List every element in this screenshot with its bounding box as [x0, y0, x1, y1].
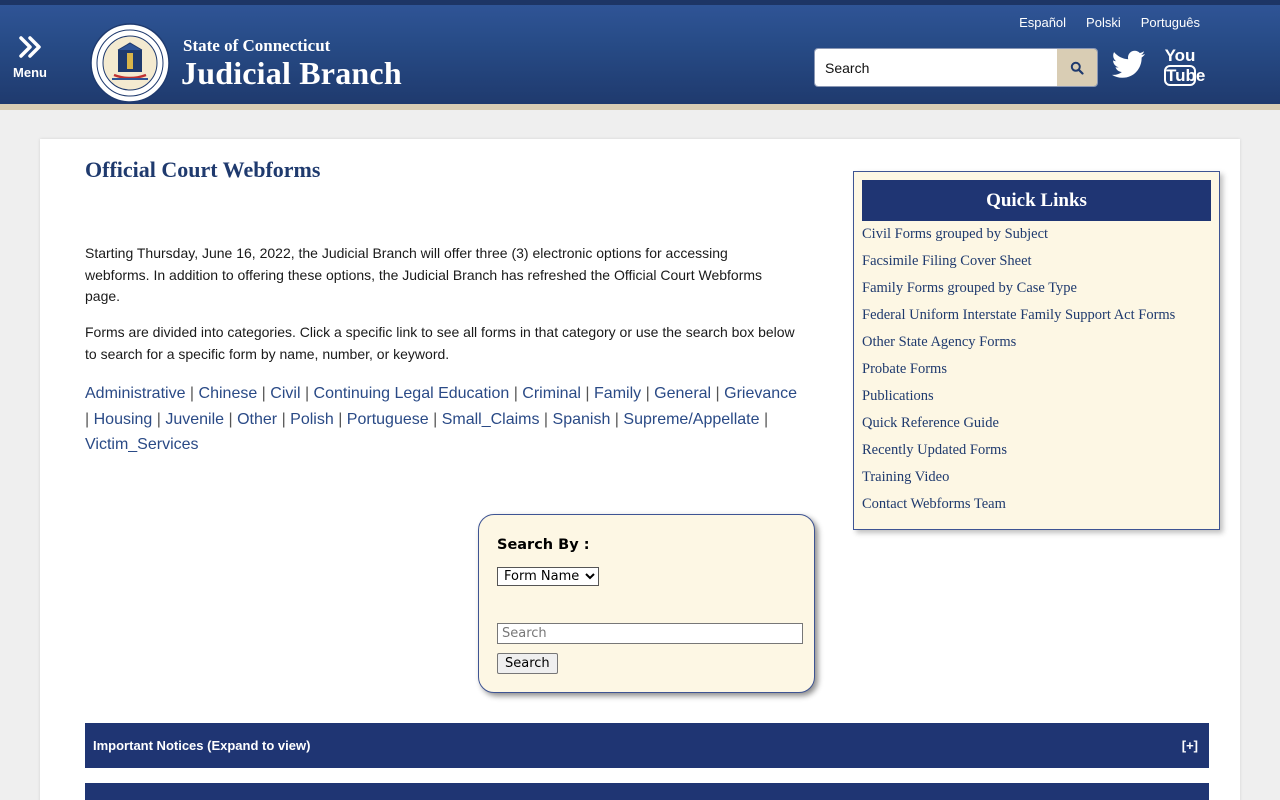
category-link-civil[interactable]: Civil [270, 385, 300, 402]
form-search-panel: Search By : Form Name Search [478, 514, 815, 693]
category-separator: | [85, 410, 94, 428]
state-seal-logo[interactable] [90, 23, 170, 103]
quick-link-family-forms[interactable]: Family Forms grouped by Case Type [862, 280, 1077, 296]
quick-link-uifsa-forms[interactable]: Federal Uniform Interstate Family Suppor… [862, 307, 1175, 323]
category-separator: | [257, 385, 271, 402]
category-link-continuing-legal-education[interactable]: Continuing Legal Education [314, 385, 510, 402]
category-link-general[interactable]: General [654, 385, 711, 402]
second-accordion-bar[interactable] [85, 783, 1209, 800]
language-link-portugues[interactable]: Português [1141, 15, 1200, 30]
intro-paragraph: Starting Thursday, June 16, 2022, the Ju… [85, 245, 763, 304]
menu-button[interactable]: Menu [10, 35, 50, 91]
category-separator: | [509, 385, 523, 402]
language-link-polski[interactable]: Polski [1086, 15, 1121, 30]
quick-link-recently-updated[interactable]: Recently Updated Forms [862, 442, 1007, 458]
quick-links-list: Civil Forms grouped by Subject Facsimile… [862, 226, 1175, 523]
form-search-input[interactable] [497, 623, 803, 644]
category-separator: | [539, 410, 553, 428]
instructions-paragraph: Forms are divided into categories. Click… [85, 324, 795, 362]
category-link-polish[interactable]: Polish [290, 411, 334, 428]
category-link-portuguese[interactable]: Portuguese [347, 411, 429, 428]
menu-label: Menu [13, 65, 47, 80]
category-link-spanish[interactable]: Spanish [553, 411, 611, 428]
search-by-select[interactable]: Form Name [497, 567, 599, 586]
site-search-button[interactable] [1057, 49, 1097, 86]
category-separator: | [428, 410, 442, 428]
search-icon [1070, 61, 1084, 75]
category-link-grievance[interactable]: Grievance [724, 385, 797, 402]
category-separator: | [185, 385, 199, 402]
category-separator: | [711, 385, 725, 402]
category-link-family[interactable]: Family [594, 385, 641, 402]
category-link-chinese[interactable]: Chinese [199, 385, 258, 402]
category-links: Administrative | Chinese | Civil | Conti… [85, 381, 805, 458]
quick-link-facsimile-cover[interactable]: Facsimile Filing Cover Sheet [862, 253, 1032, 269]
quick-link-other-agency-forms[interactable]: Other State Agency Forms [862, 334, 1016, 350]
category-link-victim-services[interactable]: Victim_Services [85, 436, 199, 453]
quick-link-training-video[interactable]: Training Video [862, 469, 949, 485]
category-link-supreme-appellate[interactable]: Supreme/Appellate [623, 411, 759, 428]
category-link-housing[interactable]: Housing [94, 411, 153, 428]
quick-link-contact-team[interactable]: Contact Webforms Team [862, 496, 1006, 512]
language-links: Español Polski Português [1019, 15, 1200, 30]
quick-links-title: Quick Links [862, 180, 1211, 221]
category-separator: | [759, 410, 769, 428]
category-link-juvenile[interactable]: Juvenile [165, 411, 224, 428]
quick-link-probate-forms[interactable]: Probate Forms [862, 361, 947, 377]
header-accent-stripe [0, 104, 1280, 110]
site-search [814, 48, 1098, 87]
site-search-input[interactable] [815, 49, 1057, 86]
twitter-icon[interactable] [1112, 50, 1146, 80]
youtube-icon[interactable]: You Tube [1164, 46, 1206, 86]
search-by-label: Search By : [497, 537, 590, 553]
category-separator: | [152, 410, 166, 428]
category-link-criminal[interactable]: Criminal [522, 385, 581, 402]
important-notices-title: Important Notices (Expand to view) [93, 738, 311, 753]
quick-link-publications[interactable]: Publications [862, 388, 934, 404]
category-separator: | [580, 385, 595, 402]
category-separator: | [300, 385, 314, 402]
language-link-espanol[interactable]: Español [1019, 15, 1066, 30]
quick-link-civil-forms[interactable]: Civil Forms grouped by Subject [862, 226, 1048, 242]
category-separator: | [333, 410, 347, 428]
category-separator: | [277, 410, 291, 428]
category-separator: | [610, 410, 624, 428]
category-link-other[interactable]: Other [237, 411, 277, 428]
category-separator: | [224, 410, 238, 428]
expand-toggle[interactable]: [+] [1182, 738, 1198, 753]
double-chevron-right-icon [19, 36, 41, 58]
site-header: Menu State of Connecticut Judicial Branc… [0, 0, 1280, 104]
brand-state-name: State of Connecticut [183, 36, 331, 55]
youtube-logo-tube: Tube [1164, 65, 1206, 86]
quick-links-panel: Quick Links Civil Forms grouped by Subje… [853, 171, 1220, 530]
category-separator: | [641, 385, 655, 402]
quick-link-reference-guide[interactable]: Quick Reference Guide [862, 415, 999, 431]
form-search-button[interactable]: Search [497, 653, 558, 674]
youtube-logo-you: You [1164, 46, 1196, 65]
category-link-small-claims[interactable]: Small_Claims [442, 411, 540, 428]
brand-judicial-branch[interactable]: Judicial Branch [181, 55, 402, 92]
important-notices-accordion[interactable]: Important Notices (Expand to view) [+] [85, 723, 1209, 768]
category-link-administrative[interactable]: Administrative [85, 385, 185, 402]
page-title: Official Court Webforms [85, 157, 321, 182]
